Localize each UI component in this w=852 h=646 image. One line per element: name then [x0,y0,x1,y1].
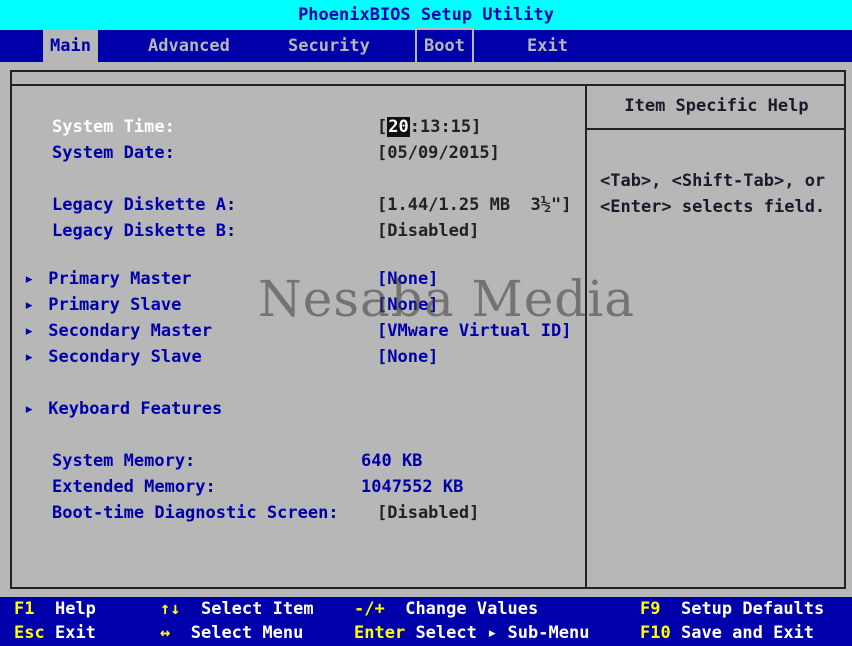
system-time-label: System Time: [52,117,175,137]
footer-f10: F10 Save and Exit [640,623,815,643]
footer-f1: F1 Help [14,599,96,619]
up-down-arrows-icon: ↑↓ [160,599,181,619]
left-right-arrow-icon: ↔ [160,623,171,643]
legacy-diskette-b-field[interactable]: [Disabled] [377,218,479,244]
footer-leftright: ↔ Select Menu [160,623,304,643]
tab-main[interactable]: Main [43,30,98,62]
system-time-field[interactable]: [20:13:15] [377,114,481,140]
diagnostic-screen-field[interactable]: [Disabled] [377,500,479,526]
keyboard-features-item[interactable]: ▸ Keyboard Features [24,396,222,422]
secondary-master-item[interactable]: ▸ Secondary Master [24,318,212,344]
tab-boot[interactable]: Boot [415,28,474,64]
footer-enter: Enter Select ▸ Sub-Menu [354,623,590,643]
footer-esc: Esc Exit [14,623,96,643]
window-title: PhoenixBIOS Setup Utility [0,0,852,30]
extended-memory-value: 1047552 KB [361,477,464,497]
secondary-slave-value: [None] [377,347,439,367]
triangle-right-icon: ▸ [24,295,35,315]
primary-slave-item[interactable]: ▸ Primary Slave [24,292,181,318]
help-text: <Tab>, <Shift-Tab>, or <Enter> selects f… [600,171,826,217]
triangle-right-icon: ▸ [24,399,35,419]
system-memory-label: System Memory: [52,451,196,471]
footer-f9: F9 Setup Defaults [640,599,825,619]
system-memory-value: 640 KB [361,451,423,471]
triangle-right-icon: ▸ [24,347,35,367]
divider [587,128,846,130]
divider [585,84,587,589]
triangle-right-icon: ▸ [24,321,35,341]
tab-exit[interactable]: Exit [520,30,575,62]
primary-master-item[interactable]: ▸ Primary Master [24,266,192,292]
tab-advanced[interactable]: Advanced [141,30,237,62]
system-date-label: System Date: [52,143,175,163]
legacy-diskette-a-label: Legacy Diskette A: [52,195,237,215]
footer-change: -/+ Change Values [354,599,539,619]
system-date-field[interactable]: [05/09/2015] [377,140,500,166]
menu-bar: Main Advanced Security Boot Exit [0,28,852,64]
key-help-bar: F1 Help ↑↓ Select Item -/+ Change Values… [0,597,852,646]
footer-updown: ↑↓ Select Item [160,599,314,619]
primary-master-value: [None] [377,269,439,289]
legacy-diskette-b-label: Legacy Diskette B: [52,221,237,241]
extended-memory-label: Extended Memory: [52,477,216,497]
diagnostic-screen-label: Boot-time Diagnostic Screen: [52,503,339,523]
triangle-right-icon: ▸ [24,269,35,289]
legacy-diskette-a-field[interactable]: [1.44/1.25 MB 3½"] [377,192,571,218]
primary-slave-value: [None] [377,295,439,315]
divider [10,84,846,86]
tab-security[interactable]: Security [281,30,377,62]
secondary-slave-item[interactable]: ▸ Secondary Slave [24,344,202,370]
help-title: Item Specific Help [624,96,809,116]
time-hour-cursor[interactable]: 20 [387,117,410,137]
secondary-master-value: [VMware Virtual ID] [377,321,572,341]
